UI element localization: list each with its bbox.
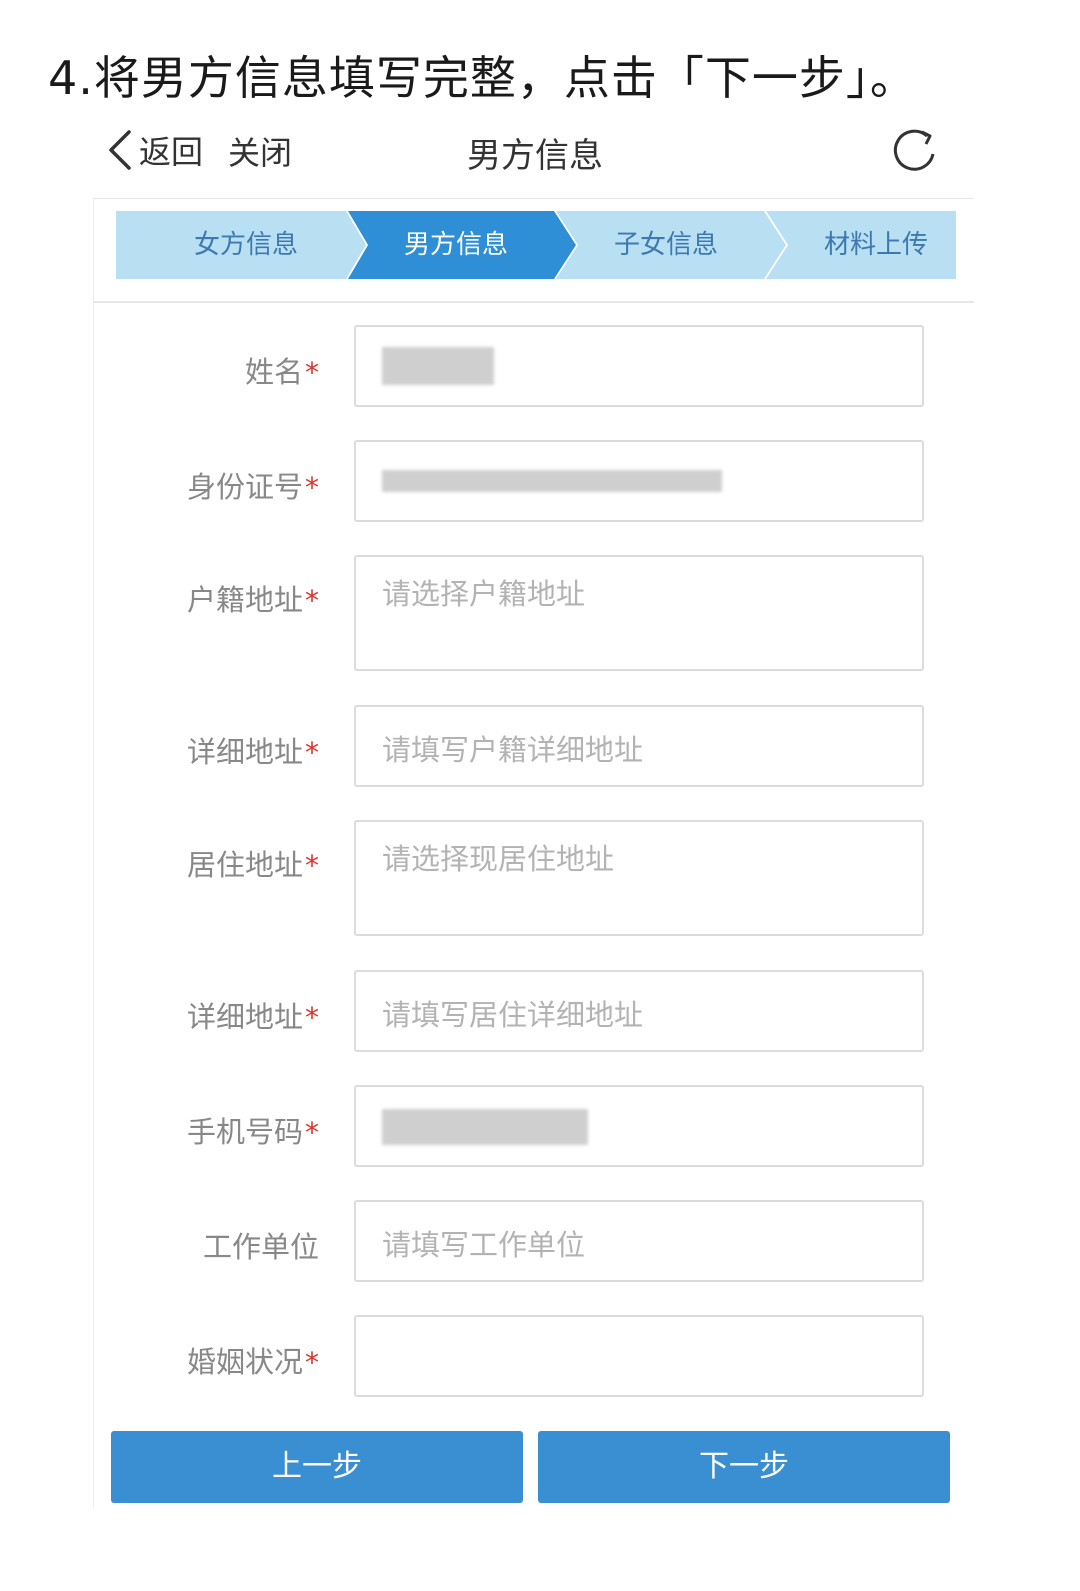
household-detail-placeholder: 请填写户籍详细地址	[382, 733, 644, 767]
blurred-value	[382, 470, 722, 492]
step-indicator: 女方信息 男方信息 子女信息 材料上传	[116, 211, 956, 279]
step-male-info[interactable]: 男方信息	[361, 211, 551, 279]
household-detail-label: 详细地址*	[186, 735, 319, 769]
form-card: 女方信息 男方信息 子女信息 材料上传 姓名* 身份证号* 户籍地址* 请选择户…	[93, 198, 974, 1508]
step-children-info[interactable]: 子女信息	[571, 211, 761, 279]
instruction-text: 4.将男方信息填写完整，点击「下一步」。	[48, 51, 917, 105]
household-address-placeholder: 请选择户籍地址	[382, 577, 586, 611]
step-female-info[interactable]: 女方信息	[151, 211, 341, 279]
household-address-label: 户籍地址*	[186, 583, 319, 617]
work-unit-label: 工作单位	[202, 1230, 319, 1264]
residence-detail-input[interactable]: 请填写居住详细地址	[354, 970, 924, 1052]
residence-address-label: 居住地址*	[186, 848, 319, 882]
name-input[interactable]	[354, 325, 924, 407]
id-number-label: 身份证号*	[186, 470, 319, 504]
marital-status-label: 婚姻状况*	[186, 1345, 319, 1379]
name-label: 姓名*	[244, 355, 319, 389]
residence-address-placeholder: 请选择现居住地址	[382, 842, 615, 876]
chevron-left-icon	[109, 130, 131, 170]
phone-label: 手机号码*	[186, 1115, 319, 1149]
blurred-value	[382, 1109, 588, 1145]
refresh-icon[interactable]	[889, 124, 941, 176]
work-unit-input[interactable]: 请填写工作单位	[354, 1200, 924, 1282]
marital-status-select[interactable]	[354, 1315, 924, 1397]
prev-step-button[interactable]: 上一步	[111, 1431, 523, 1503]
residence-detail-label: 详细地址*	[186, 1000, 319, 1034]
step-material-upload[interactable]: 材料上传	[781, 211, 971, 279]
page-title: 男方信息	[467, 136, 603, 176]
residence-address-select[interactable]: 请选择现居住地址	[354, 820, 924, 936]
back-button[interactable]: 返回	[105, 125, 203, 175]
nav-bar: 返回 关闭 男方信息	[95, 120, 975, 180]
close-button[interactable]: 关闭	[228, 128, 292, 174]
id-number-input[interactable]	[354, 440, 924, 522]
next-step-button[interactable]: 下一步	[538, 1431, 950, 1503]
blurred-value	[382, 347, 494, 385]
household-address-select[interactable]: 请选择户籍地址	[354, 555, 924, 671]
work-unit-placeholder: 请填写工作单位	[382, 1228, 586, 1262]
divider	[94, 301, 974, 303]
back-label: 返回	[139, 133, 204, 171]
residence-detail-placeholder: 请填写居住详细地址	[382, 998, 644, 1032]
household-detail-input[interactable]: 请填写户籍详细地址	[354, 705, 924, 787]
phone-input[interactable]	[354, 1085, 924, 1167]
